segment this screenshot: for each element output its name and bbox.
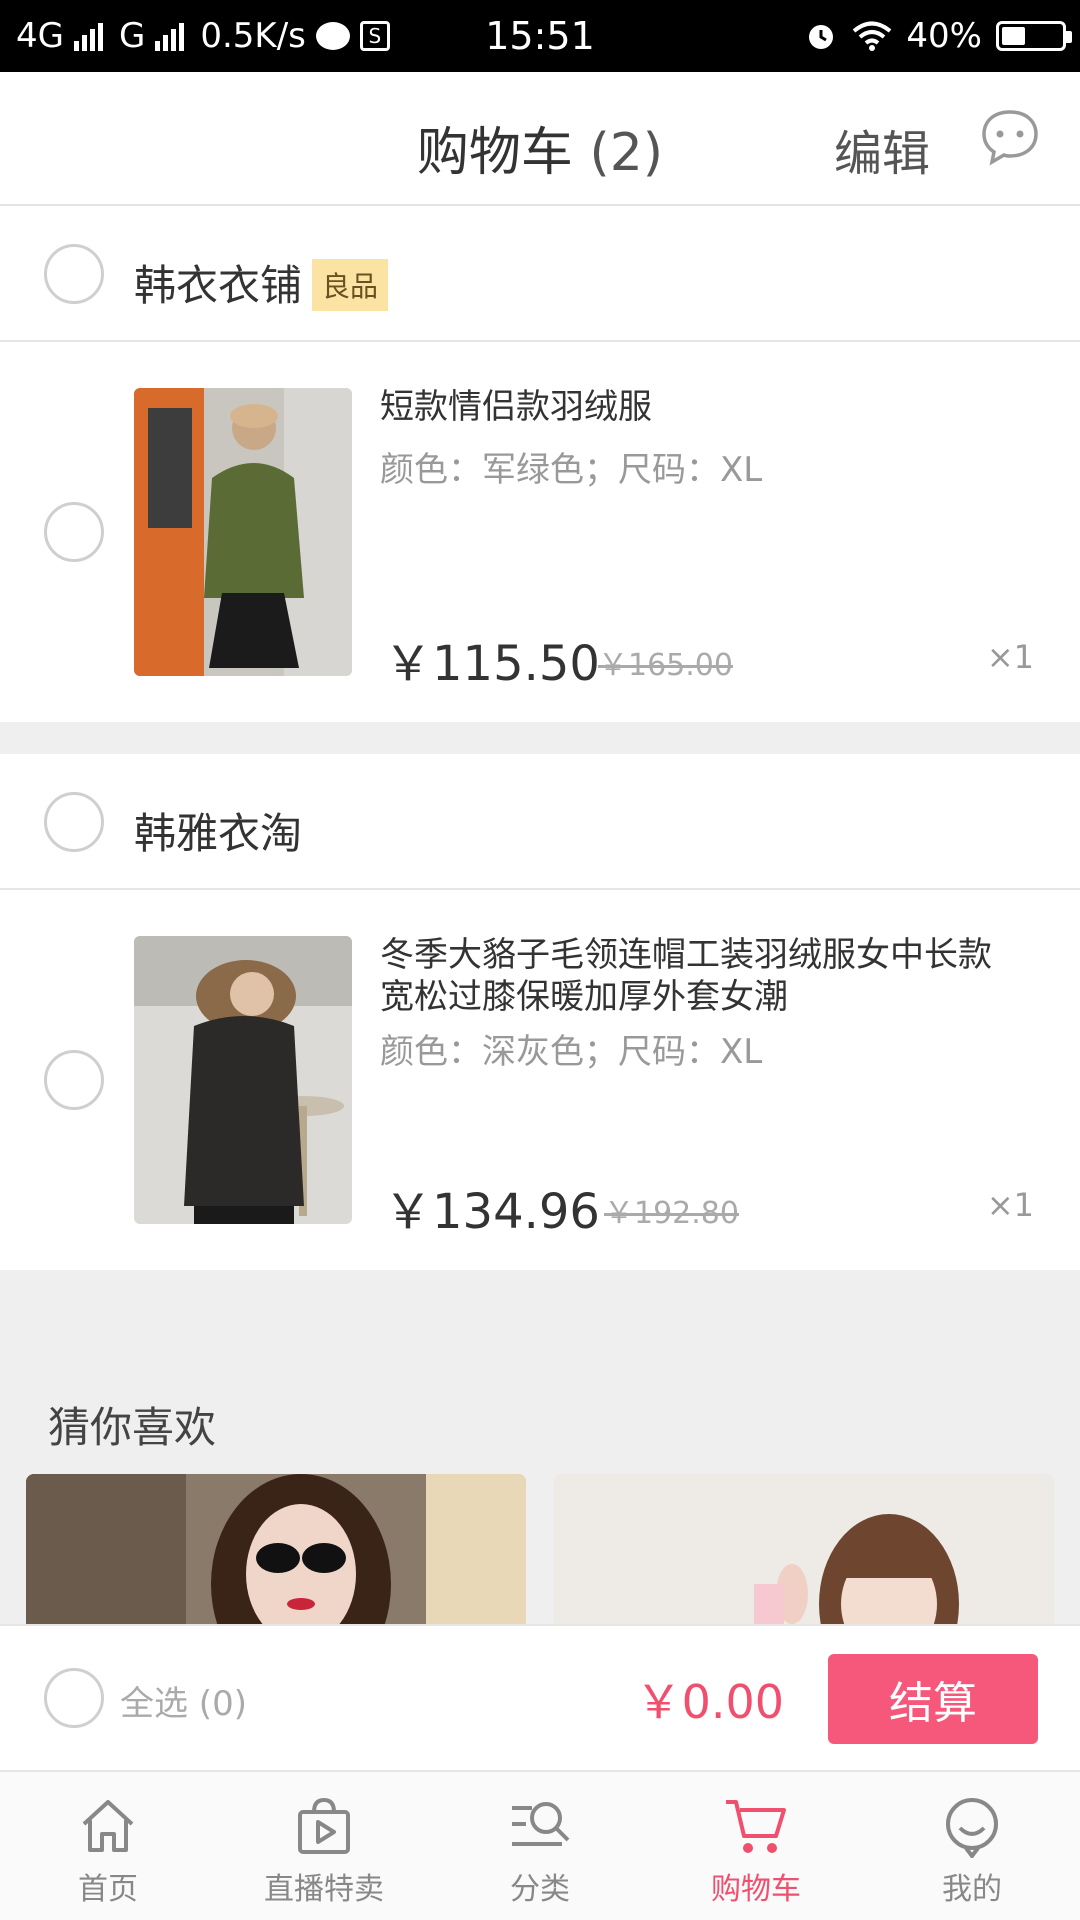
checkout-bar: 全选 (0) ￥0.00 结算: [0, 1624, 1080, 1772]
tab-label: 首页: [78, 1872, 138, 1907]
recommend-product-card[interactable]: [554, 1474, 1054, 1624]
shop-select-radio[interactable]: [44, 244, 104, 304]
shop-select-radio[interactable]: [44, 792, 104, 852]
product-image[interactable]: [134, 388, 352, 676]
tab-home[interactable]: 首页: [0, 1772, 216, 1920]
status-bar: 4G G 0.5K/s S 15:51 40%: [0, 0, 1080, 72]
product-quantity: ×1: [986, 638, 1034, 676]
cart-item: 冬季大貉子毛领连帽工装羽绒服女中长款宽松过膝保暖加厚外套女潮 颜色：深灰色；尺码…: [0, 890, 1080, 1270]
battery-icon: [996, 21, 1072, 51]
checkout-button[interactable]: 结算: [828, 1654, 1038, 1744]
tab-category[interactable]: 分类: [432, 1772, 648, 1920]
product-original-price: ￥165.00: [598, 648, 733, 683]
edit-button[interactable]: 编辑: [834, 114, 930, 184]
item-select-radio[interactable]: [44, 502, 104, 562]
product-spec: 颜色：军绿色；尺码：XL: [380, 450, 763, 490]
live-bag-icon: [298, 1797, 350, 1854]
product-price: ￥115.50: [384, 636, 600, 692]
shop-block: 韩衣衣铺 良品 短款情侣款羽绒服 颜色：军绿色；尺码：XL ￥115.50 ￥16…: [0, 206, 1080, 722]
quality-badge: 良品: [312, 258, 389, 311]
shop-name[interactable]: 韩雅衣淘: [134, 800, 302, 861]
product-image[interactable]: [134, 936, 352, 1224]
profile-icon: [946, 1798, 998, 1858]
battery-level: [1002, 27, 1026, 45]
header: 购物车 (2) 编辑: [0, 72, 1080, 206]
alarm-icon: [809, 25, 834, 49]
product-original-price: ￥192.80: [604, 1196, 739, 1231]
select-all-label[interactable]: 全选 (0): [120, 1676, 247, 1725]
item-select-radio[interactable]: [44, 1050, 104, 1110]
product-title[interactable]: 冬季大貉子毛领连帽工装羽绒服女中长款宽松过膝保暖加厚外套女潮: [380, 934, 1020, 1018]
product-title[interactable]: 短款情侣款羽绒服: [380, 386, 1020, 428]
total-price: ￥0.00: [635, 1675, 784, 1729]
tab-live-sale[interactable]: 直播特卖: [216, 1772, 432, 1920]
page-title-text: 购物车: [416, 123, 573, 183]
cart-icon: [726, 1800, 786, 1853]
product-quantity: ×1: [986, 1186, 1034, 1224]
shop-name[interactable]: 韩衣衣铺 良品: [134, 252, 389, 315]
chat-bubble-icon[interactable]: [980, 108, 1040, 166]
home-icon: [82, 1800, 134, 1852]
cart-item: 短款情侣款羽绒服 颜色：军绿色；尺码：XL ￥115.50 ￥165.00 ×1: [0, 342, 1080, 722]
section-divider: [0, 722, 1080, 754]
shop-block: 韩雅衣淘 冬季大貉子毛领连帽工装羽绒服女中长款宽松过膝保暖加厚外套女潮 颜色：深…: [0, 754, 1080, 1270]
recommend-title: 猜你喜欢: [48, 1403, 217, 1452]
bottom-tab-bar: 首页 直播特卖 分类 购物车 我的: [0, 1772, 1080, 1920]
tab-profile[interactable]: 我的: [864, 1772, 1080, 1920]
tab-label: 直播特卖: [264, 1872, 384, 1907]
battery-percent: 40%: [906, 16, 982, 56]
tab-label: 分类: [510, 1872, 570, 1907]
shop-header: 韩衣衣铺 良品: [0, 206, 1080, 342]
tab-label: 购物车: [711, 1872, 801, 1907]
recommend-product-card[interactable]: [26, 1474, 526, 1624]
shop-header: 韩雅衣淘: [0, 754, 1080, 890]
cart-count: (2): [589, 123, 664, 183]
shop-name-text: 韩衣衣铺: [134, 261, 303, 310]
status-right: 40%: [804, 0, 1072, 72]
category-search-icon: [512, 1802, 570, 1846]
tab-cart[interactable]: 购物车: [648, 1772, 864, 1920]
select-all-radio[interactable]: [44, 1668, 104, 1728]
tab-label: 我的: [942, 1872, 1002, 1907]
wifi-icon: [853, 21, 892, 51]
product-spec: 颜色：深灰色；尺码：XL: [380, 1032, 763, 1072]
shop-name-text: 韩雅衣淘: [134, 809, 303, 858]
product-price: ￥134.96: [384, 1184, 600, 1240]
